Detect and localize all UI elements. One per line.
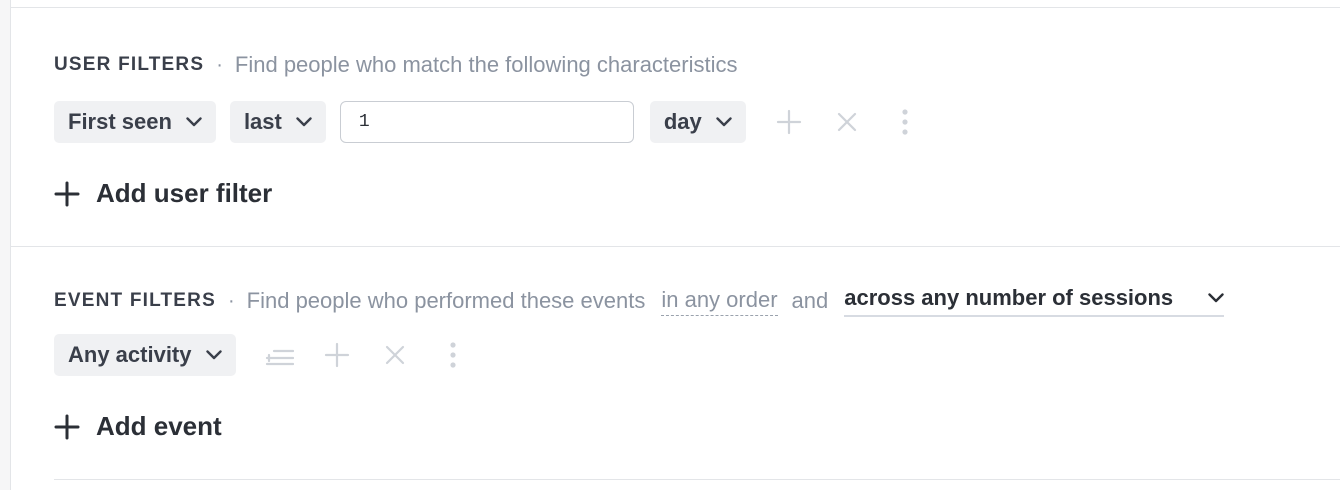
add-user-filter-button[interactable]: Add user filter bbox=[54, 178, 272, 209]
close-icon bbox=[837, 112, 856, 132]
user-filters-description: Find people who match the following char… bbox=[234, 52, 738, 77]
filter-plus-icon bbox=[265, 349, 294, 366]
event-filters-header: EVENT FILTERS · Find people who performe… bbox=[54, 285, 1225, 317]
add-user-filter-label: Add user filter bbox=[96, 178, 273, 208]
chevron-down-icon bbox=[716, 117, 732, 127]
user-filter-row: First seen last day bbox=[54, 101, 934, 143]
add-event-button[interactable]: Add event bbox=[54, 411, 222, 442]
remove-event-button[interactable] bbox=[366, 334, 424, 376]
more-vertical-icon bbox=[449, 342, 456, 368]
remove-filter-button[interactable] bbox=[818, 101, 876, 143]
plus-icon bbox=[776, 109, 801, 135]
event-order-toggle[interactable]: in any order bbox=[661, 287, 778, 316]
bottom-divider bbox=[54, 479, 1340, 480]
property-select-label: First seen bbox=[68, 109, 172, 134]
add-condition-button[interactable] bbox=[760, 101, 818, 143]
plus-icon bbox=[324, 342, 349, 368]
chevron-down-icon bbox=[1208, 293, 1224, 303]
unit-select[interactable]: day bbox=[649, 101, 746, 143]
sessions-select-label: across any number of sessions bbox=[844, 285, 1174, 310]
event-filters-title: EVENT FILTERS bbox=[54, 290, 216, 311]
event-select[interactable]: Any activity bbox=[54, 334, 236, 376]
sessions-select[interactable]: across any number of sessions bbox=[844, 285, 1225, 317]
property-select[interactable]: First seen bbox=[54, 101, 216, 143]
event-select-label: Any activity bbox=[68, 342, 192, 367]
add-event-label: Add event bbox=[96, 411, 222, 441]
user-filters-header: USER FILTERS · Find people who match the… bbox=[54, 52, 738, 78]
user-filters-title: USER FILTERS bbox=[54, 54, 205, 75]
chevron-down-icon bbox=[205, 350, 222, 360]
chevron-down-icon bbox=[296, 117, 312, 127]
section-divider bbox=[10, 246, 1340, 247]
separator-dot: · bbox=[216, 53, 223, 76]
event-more-options-button[interactable] bbox=[424, 334, 482, 376]
plus-icon bbox=[54, 414, 80, 440]
more-vertical-icon bbox=[902, 109, 908, 135]
close-icon bbox=[385, 345, 404, 365]
conjunction-text: and bbox=[791, 288, 829, 313]
add-event-condition-button[interactable] bbox=[308, 334, 366, 376]
event-filters-description: Find people who performed these events bbox=[246, 288, 646, 313]
separator-dot: · bbox=[227, 289, 235, 312]
operator-select-label: last bbox=[243, 109, 282, 134]
chevron-down-icon bbox=[186, 117, 202, 127]
more-options-button[interactable] bbox=[876, 101, 934, 143]
operator-select[interactable]: last bbox=[229, 101, 326, 143]
value-input[interactable] bbox=[339, 101, 634, 143]
unit-select-label: day bbox=[663, 109, 702, 134]
event-property-filter-button[interactable] bbox=[250, 334, 308, 376]
top-divider bbox=[11, 7, 1340, 8]
plus-icon bbox=[54, 181, 80, 207]
event-filter-row: Any activity bbox=[54, 334, 482, 376]
